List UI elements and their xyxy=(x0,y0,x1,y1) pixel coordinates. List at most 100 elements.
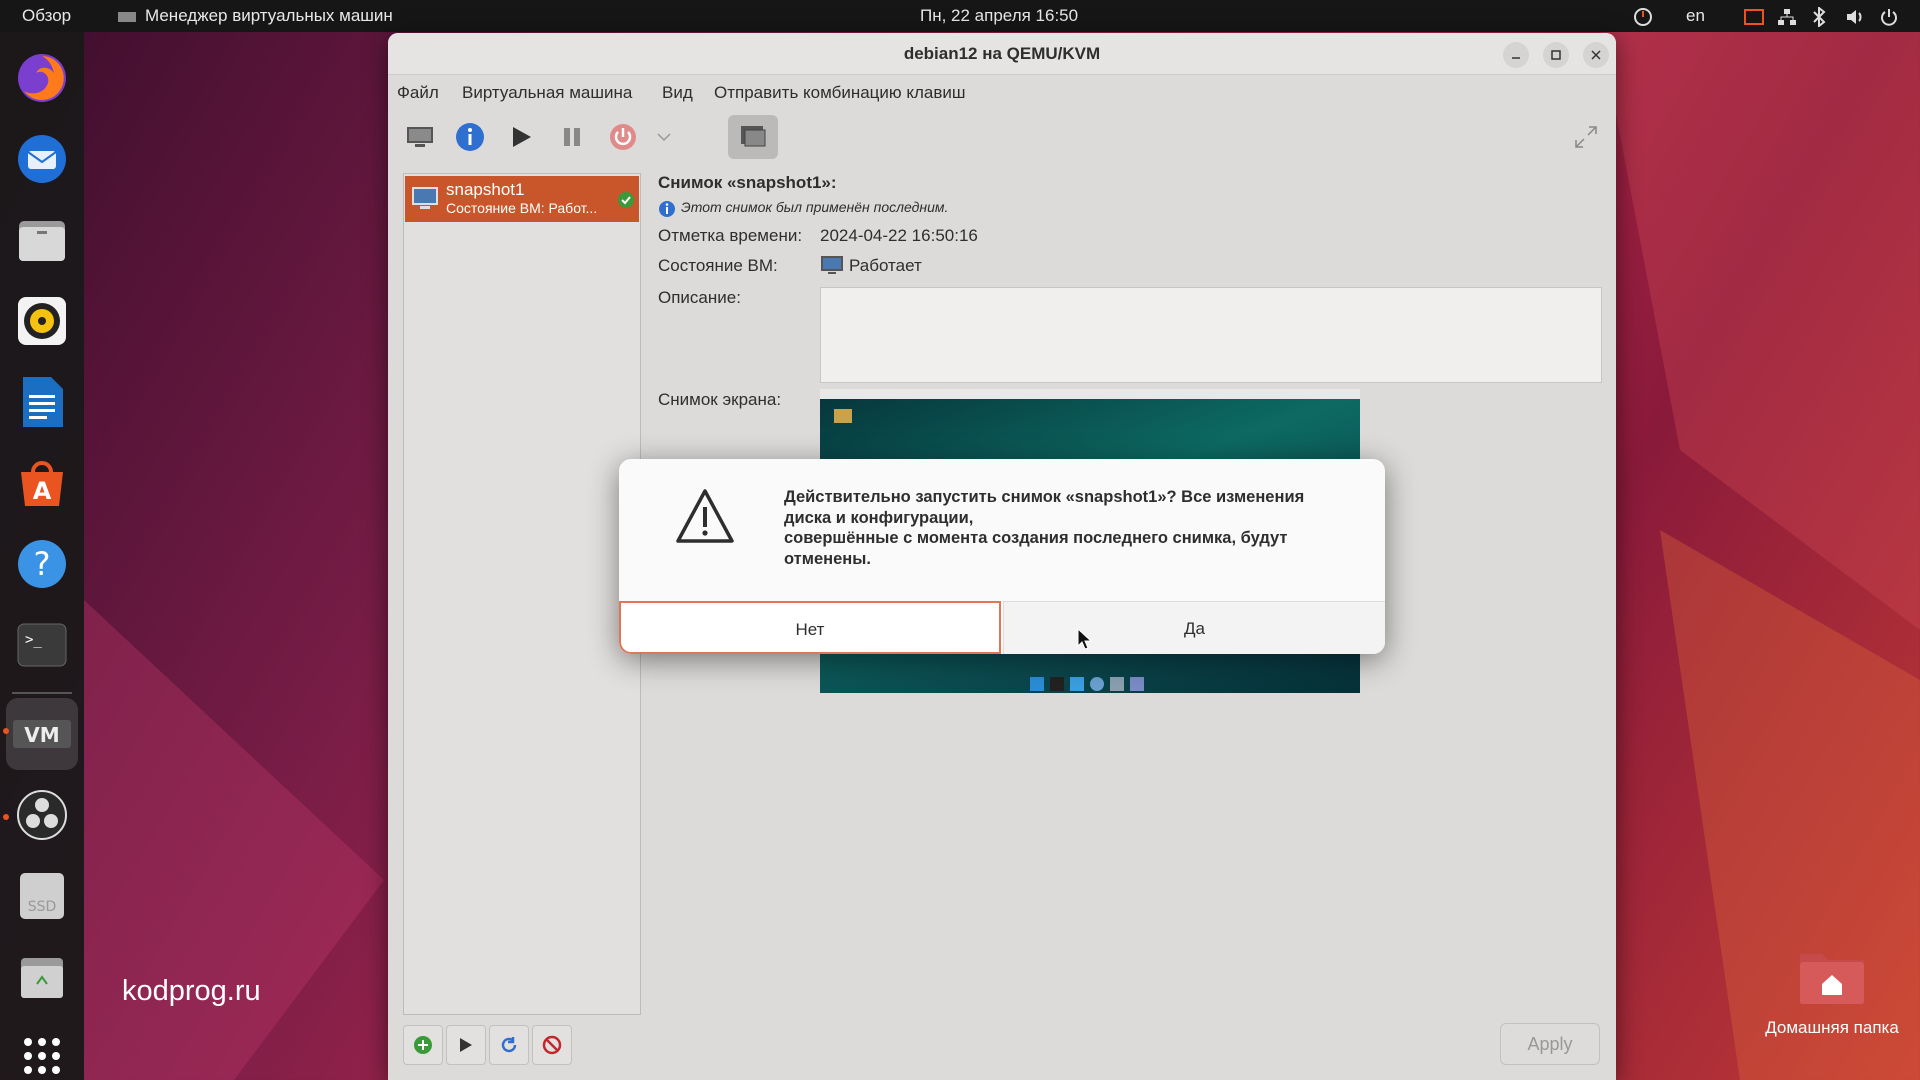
snapshots-button[interactable] xyxy=(728,115,778,159)
maximize-icon xyxy=(1551,50,1561,60)
power-icon xyxy=(610,124,636,150)
virt-manager-dock-icon[interactable]: VM xyxy=(6,698,78,770)
vm-running-icon xyxy=(821,256,843,274)
svg-text:SSD: SSD xyxy=(28,899,57,915)
help-icon[interactable]: ? xyxy=(12,534,72,594)
watermark-text: kodprog.ru xyxy=(122,975,261,1007)
firefox-icon[interactable] xyxy=(12,48,72,108)
running-indicator xyxy=(3,728,9,734)
clock[interactable]: Пн, 22 апреля 16:50 xyxy=(920,0,1078,32)
apply-button[interactable]: Apply xyxy=(1500,1023,1600,1065)
libreoffice-writer-icon[interactable] xyxy=(12,372,72,432)
dock-separator xyxy=(12,692,72,694)
snapshots-icon xyxy=(741,126,766,147)
close-button[interactable] xyxy=(1583,42,1609,68)
svg-text:?: ? xyxy=(34,545,51,583)
window-title: debian12 на QEMU/KVM xyxy=(903,44,1101,63)
screenshot-label: Снимок экрана: xyxy=(658,390,782,409)
info-icon xyxy=(659,201,675,217)
pause-button[interactable] xyxy=(552,117,592,157)
files-icon[interactable] xyxy=(12,210,72,270)
overview-button[interactable]: Обзор xyxy=(22,0,71,32)
vm-state-value: Работает xyxy=(849,256,922,275)
menu-view[interactable]: Вид xyxy=(662,83,693,103)
monitor-icon xyxy=(407,127,433,147)
app-center-icon[interactable]: A xyxy=(12,453,72,513)
app-menu[interactable] xyxy=(118,0,136,32)
screenshot-folder-icon xyxy=(834,409,852,423)
wallpaper-shape xyxy=(1600,30,1920,1080)
home-folder-label: Домашняя папка xyxy=(1765,1018,1899,1037)
chevron-down-icon xyxy=(657,133,671,142)
screen-record-icon[interactable] xyxy=(1744,0,1764,32)
run-button[interactable] xyxy=(502,117,542,157)
description-label: Описание: xyxy=(658,288,741,307)
console-button[interactable] xyxy=(400,117,440,157)
snapshot-heading: Снимок «snapshot1»: xyxy=(658,173,837,192)
dock: A ? >_ VM SSD xyxy=(0,32,84,1080)
app-name[interactable]: Менеджер виртуальных машин xyxy=(145,0,393,32)
bluetooth-icon[interactable] xyxy=(1812,0,1826,32)
home-folder-desktop-icon[interactable]: Домашняя папка xyxy=(1762,946,1902,1038)
minimize-button[interactable] xyxy=(1503,42,1529,68)
toolbar xyxy=(388,109,1616,163)
shutdown-menu-button[interactable] xyxy=(644,117,684,157)
menu-send-key[interactable]: Отправить комбинацию клавиш xyxy=(714,83,966,103)
no-button[interactable]: Нет xyxy=(619,601,1001,654)
refresh-icon xyxy=(501,1037,517,1053)
vm-state-label: Состояние ВМ: xyxy=(658,256,778,275)
virt-manager-icon xyxy=(118,11,136,22)
timestamp-value: 2024-04-22 16:50:16 xyxy=(820,226,978,245)
details-button[interactable] xyxy=(450,117,490,157)
show-apps-icon[interactable] xyxy=(12,1026,72,1080)
screenshot-panel xyxy=(820,389,1360,399)
svg-text:>_: >_ xyxy=(25,632,42,648)
dialog-message: Действительно запустить снимок «snapshot… xyxy=(784,488,1305,568)
volume-icon[interactable] xyxy=(1845,0,1865,32)
power-status-icon[interactable] xyxy=(1632,0,1654,32)
fullscreen-button[interactable] xyxy=(1566,117,1606,157)
home-folder-icon xyxy=(1800,954,1864,1004)
current-check-icon xyxy=(618,192,634,208)
top-bar: Обзор Менеджер виртуальных машин Пн, 22 … xyxy=(0,0,1920,32)
ssd-drive-icon[interactable]: SSD xyxy=(12,866,72,926)
run-snapshot-button[interactable] xyxy=(446,1025,486,1065)
description-field[interactable] xyxy=(820,287,1602,383)
delete-snapshot-button[interactable] xyxy=(532,1025,572,1065)
terminal-icon[interactable]: >_ xyxy=(12,615,72,675)
snapshot-list[interactable]: snapshot1 Состояние ВМ: Работ... xyxy=(403,173,641,1015)
minimize-icon xyxy=(1512,57,1520,59)
refresh-button[interactable] xyxy=(489,1025,529,1065)
mouse-cursor xyxy=(1077,628,1093,650)
shutdown-button[interactable] xyxy=(603,117,643,157)
rhythmbox-icon[interactable] xyxy=(12,291,72,351)
menu-file[interactable]: Файл xyxy=(397,83,439,103)
add-snapshot-button[interactable] xyxy=(403,1025,443,1065)
window-titlebar[interactable]: debian12 на QEMU/KVM xyxy=(388,33,1616,75)
timestamp-label: Отметка времени: xyxy=(658,226,803,245)
trash-icon[interactable] xyxy=(12,947,72,1007)
thunderbird-icon[interactable] xyxy=(12,129,72,189)
vm-running-icon xyxy=(412,187,438,209)
keyboard-layout[interactable]: en xyxy=(1686,0,1705,32)
warning-icon xyxy=(676,489,734,543)
network-icon[interactable] xyxy=(1777,0,1797,32)
pause-icon xyxy=(564,128,580,146)
yes-button[interactable]: Да xyxy=(1003,601,1385,654)
menu-virtual-machine[interactable]: Виртуальная машина xyxy=(462,83,632,103)
info-icon xyxy=(456,123,484,151)
menu-bar: Файл Виртуальная машина Вид Отправить ко… xyxy=(388,75,1616,109)
running-indicator xyxy=(3,814,9,820)
play-icon xyxy=(460,1038,472,1052)
last-applied-note: Этот снимок был применён последним. xyxy=(681,199,949,215)
obs-icon[interactable] xyxy=(12,785,72,845)
confirm-dialog: Действительно запустить снимок «snapshot… xyxy=(619,459,1385,654)
close-icon xyxy=(1591,50,1601,60)
snapshot-name: snapshot1 xyxy=(446,180,525,199)
system-power-icon[interactable] xyxy=(1879,0,1899,32)
play-icon xyxy=(513,127,531,147)
maximize-button[interactable] xyxy=(1543,42,1569,68)
delete-icon xyxy=(542,1035,562,1055)
svg-text:A: A xyxy=(33,477,52,505)
list-item[interactable]: snapshot1 Состояние ВМ: Работ... xyxy=(405,176,639,222)
